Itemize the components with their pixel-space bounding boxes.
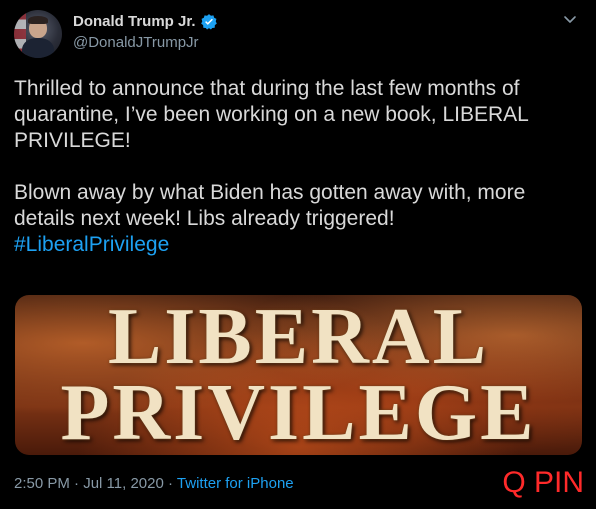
tweet-media-image[interactable]: LIBERAL PRIVILEGE [15, 295, 582, 455]
profile-avatar[interactable] [14, 10, 62, 58]
avatar-body [22, 38, 54, 58]
meta-separator: · [69, 475, 84, 492]
chevron-down-icon[interactable] [560, 10, 580, 30]
verified-badge-icon [200, 13, 218, 31]
tweet-body: Thrilled to announce that during the las… [14, 76, 584, 258]
media-title-line-1: LIBERAL [107, 295, 490, 381]
meta-separator: · [163, 475, 177, 492]
tweet-time[interactable]: 2:50 PM [14, 475, 70, 492]
hashtag-link[interactable]: #LiberalPrivilege [14, 233, 169, 256]
tweet-card: Donald Trump Jr. @DonaldJTrumpJr Thrille… [0, 0, 596, 509]
tweet-paragraph-1: Thrilled to announce that during the las… [14, 77, 529, 152]
tweet-meta: 2:50 PM · Jul 11, 2020 · Twitter for iPh… [14, 474, 294, 494]
avatar-hair [28, 16, 48, 24]
author-display-name[interactable]: Donald Trump Jr. [73, 12, 196, 32]
author-name-row: Donald Trump Jr. [73, 12, 218, 32]
watermark-label: Q PIN [502, 466, 584, 499]
author-handle[interactable]: @DonaldJTrumpJr [73, 33, 199, 53]
tweet-source-link[interactable]: Twitter for iPhone [177, 475, 294, 492]
media-title-line-2: PRIVILEGE [60, 369, 537, 455]
tweet-paragraph-2: Blown away by what Biden has gotten away… [14, 181, 526, 230]
tweet-date[interactable]: Jul 11, 2020 [83, 475, 164, 492]
